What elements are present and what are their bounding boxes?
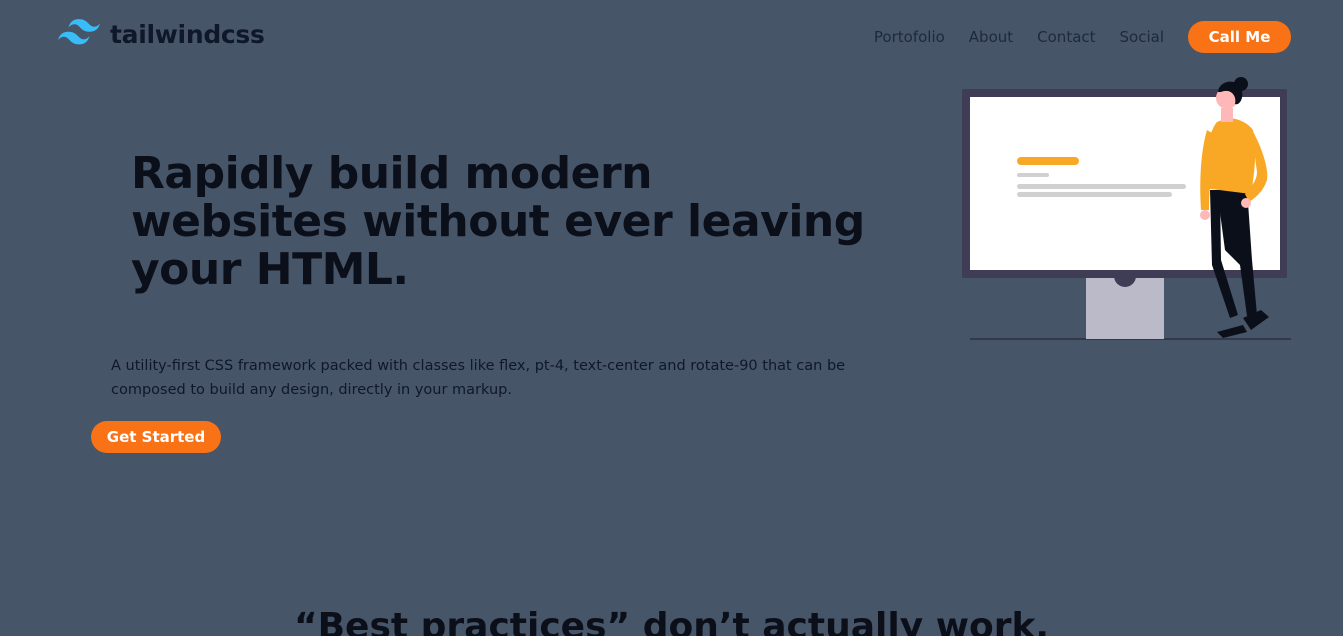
get-started-button[interactable]: Get Started: [91, 421, 221, 453]
nav-link-contact[interactable]: Contact: [1037, 28, 1095, 46]
tailwind-wave-icon: [58, 18, 100, 50]
section-title: “Best practices” don’t actually work.: [293, 606, 1050, 636]
hero-description: A utility-first CSS framework packed wit…: [111, 358, 846, 398]
nav-link-social[interactable]: Social: [1120, 28, 1164, 46]
brand-logo[interactable]: tailwindcss: [58, 18, 265, 50]
call-me-button[interactable]: Call Me: [1188, 21, 1291, 53]
hero-title: Rapidly build modern websites without ev…: [131, 148, 865, 295]
nav-link-portofolio[interactable]: Portofolio: [874, 28, 945, 46]
main-nav: Portofolio About Contact Social Call Me: [874, 21, 1291, 53]
brand-name: tailwindcss: [110, 19, 265, 49]
person-with-monitor-illustration: [955, 70, 1295, 349]
nav-link-about[interactable]: About: [969, 28, 1013, 46]
